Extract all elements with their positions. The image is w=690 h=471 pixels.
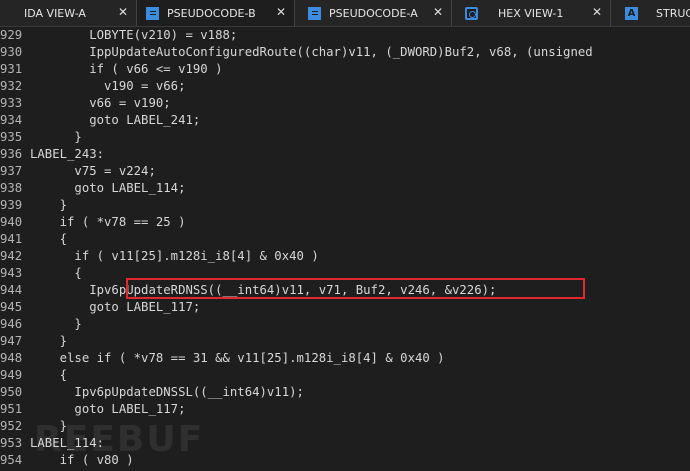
code-text: else if ( *v78 == 31 && v11[25].m128i_i8… xyxy=(30,351,445,365)
code-line[interactable]: 931 if ( v66 <= v190 ) xyxy=(0,61,690,78)
code-text: v75 = v224; xyxy=(30,164,156,178)
close-icon[interactable]: ✕ xyxy=(118,6,128,19)
line-number: 941 xyxy=(0,232,23,246)
pseudocode-view[interactable]: 929 LOBYTE(v210) = v188; 930 IppUpdateAut… xyxy=(0,27,690,469)
line-number: 947 xyxy=(0,334,23,348)
code-line[interactable]: 939 } xyxy=(0,197,690,214)
line-number: 930 xyxy=(0,45,23,59)
code-line[interactable]: 938 goto LABEL_114; xyxy=(0,180,690,197)
line-number: 932 xyxy=(0,79,23,93)
code-line[interactable]: 941 { xyxy=(0,231,690,248)
pseudocode-icon xyxy=(308,6,321,20)
code-line[interactable]: 942 if ( v11[25].m128i_i8[4] & 0x40 ) xyxy=(0,248,690,265)
line-number: 946 xyxy=(0,317,23,331)
line-number: 936 xyxy=(0,147,23,161)
line-number: 937 xyxy=(0,164,23,178)
line-number: 950 xyxy=(0,385,23,399)
struct-icon: A xyxy=(625,6,638,20)
code-text: } xyxy=(30,334,68,348)
tab-label: HEX VIEW-1 xyxy=(498,6,564,20)
code-line[interactable]: 930 IppUpdateAutoConfiguredRoute((char)v… xyxy=(0,44,690,61)
code-line[interactable]: 951 goto LABEL_117; xyxy=(0,401,690,418)
code-text: if ( v66 <= v190 ) xyxy=(30,62,223,76)
line-number: 939 xyxy=(0,198,23,212)
close-icon[interactable]: ✕ xyxy=(433,6,443,19)
code-text: goto LABEL_114; xyxy=(30,181,186,195)
line-number: 951 xyxy=(0,402,23,416)
code-text: { xyxy=(30,368,68,382)
code-text: IppUpdateAutoConfiguredRoute((char)v11, … xyxy=(30,45,593,59)
code-text: v190 = v66; xyxy=(30,79,186,93)
code-text: } xyxy=(30,198,68,212)
highlight-box xyxy=(126,278,585,299)
tab-label: STRUC xyxy=(656,6,690,20)
line-number: 931 xyxy=(0,62,23,76)
code-line[interactable]: 948 else if ( *v78 == 31 && v11[25].m128… xyxy=(0,350,690,367)
code-line[interactable]: 950 Ipv6pUpdateDNSSL((__int64)v11); xyxy=(0,384,690,401)
code-line[interactable]: 934 goto LABEL_241; xyxy=(0,112,690,129)
tab-pseudocode-b[interactable]: PSEUDOCODE-B ✕ xyxy=(137,0,295,26)
code-text: { xyxy=(30,266,82,280)
code-line[interactable]: 935 } xyxy=(0,129,690,146)
line-number: 944 xyxy=(0,283,23,297)
watermark: REEBUF xyxy=(34,419,205,460)
pseudocode-icon xyxy=(146,6,159,20)
code-text: v66 = v190; xyxy=(30,96,171,110)
code-text: LOBYTE(v210) = v188; xyxy=(30,28,238,42)
tab-hex-view-1[interactable]: HEX VIEW-1 ✕ xyxy=(452,0,611,26)
code-line[interactable]: 946 } xyxy=(0,316,690,333)
tab-pseudocode-a[interactable]: PSEUDOCODE-A ✕ xyxy=(295,0,452,26)
code-line[interactable]: 947 } xyxy=(0,333,690,350)
line-number: 942 xyxy=(0,249,23,263)
code-text: LABEL_243: xyxy=(30,147,105,161)
code-text: goto LABEL_117; xyxy=(30,300,201,314)
line-number: 934 xyxy=(0,113,23,127)
line-number: 933 xyxy=(0,96,23,110)
code-text: if ( v11[25].m128i_i8[4] & 0x40 ) xyxy=(30,249,319,263)
tab-label: PSEUDOCODE-B xyxy=(167,6,256,20)
close-icon[interactable]: ✕ xyxy=(276,6,286,19)
code-text: { xyxy=(30,232,68,246)
line-number: 953 xyxy=(0,436,23,450)
code-text: Ipv6pUpdateDNSSL((__int64)v11); xyxy=(30,385,304,399)
line-number: 952 xyxy=(0,419,23,433)
tab-label: IDA VIEW-A xyxy=(24,6,86,20)
code-line[interactable]: 937 v75 = v224; xyxy=(0,163,690,180)
line-number: 949 xyxy=(0,368,23,382)
code-text: } xyxy=(30,317,82,331)
code-line[interactable]: 940 if ( *v78 == 25 ) xyxy=(0,214,690,231)
line-number: 948 xyxy=(0,351,23,365)
code-text: goto LABEL_241; xyxy=(30,113,201,127)
line-number: 929 xyxy=(0,28,23,42)
hex-view-icon xyxy=(465,6,478,20)
tab-label: PSEUDOCODE-A xyxy=(329,6,418,20)
line-number: 943 xyxy=(0,266,23,280)
line-number: 940 xyxy=(0,215,23,229)
code-line[interactable]: 949 { xyxy=(0,367,690,384)
line-number: 938 xyxy=(0,181,23,195)
code-line[interactable]: 936 LABEL_243: xyxy=(0,146,690,163)
tab-structures[interactable]: A STRUC xyxy=(611,0,690,26)
tab-bar: IDA VIEW-A ✕ PSEUDOCODE-B ✕ PSEUDOCODE-A… xyxy=(0,0,690,27)
line-number: 935 xyxy=(0,130,23,144)
code-text: } xyxy=(30,130,82,144)
code-line[interactable]: 945 goto LABEL_117; xyxy=(0,299,690,316)
code-text: if ( *v78 == 25 ) xyxy=(30,215,186,229)
code-line[interactable]: 933 v66 = v190; xyxy=(0,95,690,112)
code-text: goto LABEL_117; xyxy=(30,402,186,416)
line-number: 945 xyxy=(0,300,23,314)
close-icon[interactable]: ✕ xyxy=(592,6,602,19)
code-line[interactable]: 932 v190 = v66; xyxy=(0,78,690,95)
line-number: 954 xyxy=(0,453,23,467)
code-line[interactable]: 929 LOBYTE(v210) = v188; xyxy=(0,27,690,44)
tab-ida-view-a[interactable]: IDA VIEW-A ✕ xyxy=(0,0,137,26)
